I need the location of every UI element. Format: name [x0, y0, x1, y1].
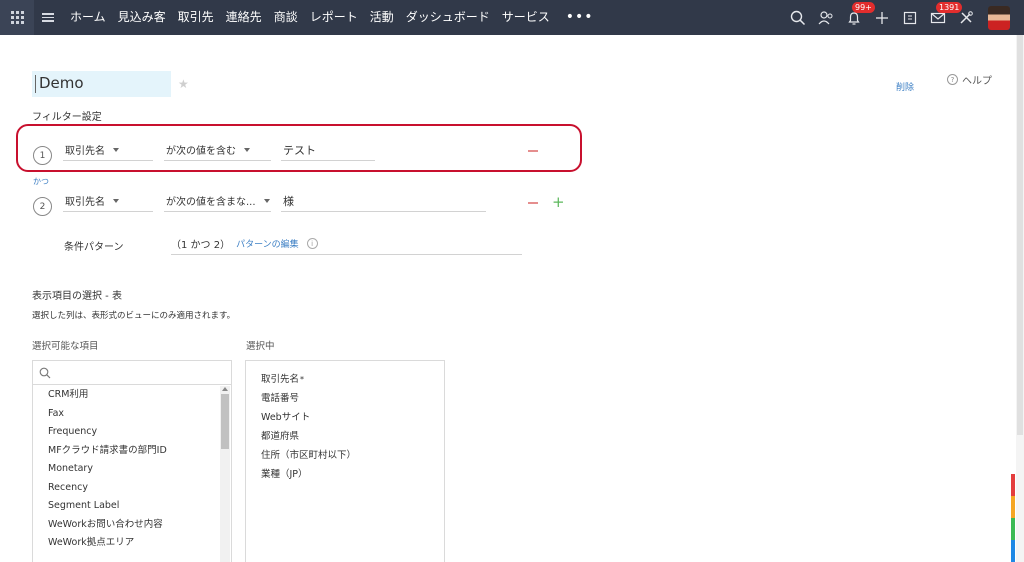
list-item[interactable]: Frequency [33, 423, 218, 442]
view-name-text: Demo [39, 74, 84, 92]
remove-row-2-icon[interactable] [528, 202, 538, 204]
required-mark: * [300, 375, 305, 384]
nav-item-leads[interactable]: 見込み客 [112, 0, 172, 35]
list-item[interactable]: Webサイト [246, 408, 356, 427]
filter-value-input-1[interactable]: テスト [281, 139, 375, 161]
filter-operator-select-1[interactable]: が次の値を含む [164, 139, 271, 161]
list-item[interactable]: Fax [33, 405, 218, 424]
nav-more-button[interactable]: ••• [556, 0, 604, 35]
help-link[interactable]: ? ヘルプ [947, 72, 992, 87]
list-item[interactable]: CRM利用 [33, 386, 218, 405]
list-item[interactable]: WeWork拠点エリア [33, 534, 218, 553]
columns-note: 選択した列は、表形式のビューにのみ適用されます。 [32, 311, 236, 321]
selected-items: 取引先名* 電話番号 Webサイト 都道府県 住所（市区町村以下） 業種（JP） [246, 370, 356, 484]
plus-icon [876, 11, 888, 24]
list-item[interactable]: 都道府県 [246, 427, 356, 446]
list-item[interactable]: 業種（JP） [246, 465, 356, 484]
filter-value-text-1: テスト [283, 143, 316, 157]
list-item[interactable]: Monetary [33, 460, 218, 479]
info-icon[interactable]: i [306, 238, 318, 249]
available-items: CRM利用 Fax Frequency MFクラウド請求書の部門ID Monet… [33, 386, 218, 553]
filter-section-label: フィルター設定 [32, 112, 102, 123]
help-label: ヘルプ [962, 76, 992, 87]
filter-value-text-2: 様 [283, 194, 294, 208]
search-button[interactable] [784, 0, 812, 35]
filter-field-value-1: 取引先名 [65, 146, 105, 157]
filter-operator-value-1: が次の値を含む [166, 146, 236, 157]
chevron-down-icon [113, 198, 119, 203]
edit-pattern-link[interactable]: パターンの編集 [236, 237, 299, 250]
delete-link[interactable]: 削除 [896, 80, 914, 93]
mail-button[interactable]: 1391 [924, 0, 963, 35]
top-nav-bar: ホーム 見込み客 取引先 連絡先 商談 レポート 活動 ダッシュボード サービス… [0, 0, 1024, 35]
columns-section-label: 表示項目の選択 - 表 [32, 291, 122, 302]
available-list-scrollbar[interactable] [220, 386, 230, 562]
filter-operator-select-2[interactable]: が次の値を含まな... [164, 190, 271, 212]
nav-item-services[interactable]: サービス [496, 0, 556, 35]
list-item[interactable]: Segment Label [33, 497, 218, 516]
filter-operator-value-2: が次の値を含まな... [166, 197, 256, 208]
page-scrollbar-thumb[interactable] [1017, 35, 1023, 435]
nav-item-home[interactable]: ホーム [64, 0, 112, 35]
add-row-icon[interactable]: + [552, 195, 565, 210]
nav-item-accounts[interactable]: 取引先 [172, 0, 220, 35]
nav-item-reports[interactable]: レポート [304, 0, 364, 35]
favorite-star-icon[interactable]: ★ [178, 77, 189, 91]
list-item[interactable]: WeWorkお問い合わせ内容 [33, 516, 218, 535]
chevron-down-icon [263, 198, 270, 203]
scrollbar-thumb[interactable] [221, 394, 229, 449]
search-icon [790, 10, 806, 25]
columns-search-input[interactable] [33, 361, 231, 385]
main-nav: ホーム 見込み客 取引先 連絡先 商談 レポート 活動 ダッシュボード サービス… [64, 0, 604, 35]
text-cursor [35, 75, 36, 93]
calendar-button[interactable] [896, 0, 924, 35]
chevron-down-icon [113, 147, 119, 152]
list-item[interactable]: 電話番号 [246, 389, 356, 408]
selected-columns-list: 取引先名* 電話番号 Webサイト 都道府県 住所（市区町村以下） 業種（JP） [245, 360, 445, 562]
and-operator-link[interactable]: かつ [33, 176, 49, 187]
pattern-value: （1 かつ 2） [171, 240, 231, 251]
top-icons: 99+ 1391 [784, 0, 1024, 35]
apps-grid-icon [10, 11, 24, 24]
list-item[interactable]: 住所（市区町村以下） [246, 446, 356, 465]
pattern-field: （1 かつ 2） パターンの編集 i [171, 233, 522, 255]
contacts-button[interactable] [812, 0, 840, 35]
search-icon [39, 367, 51, 378]
filter-field-value-2: 取引先名 [65, 197, 105, 208]
hamburger-menu-icon[interactable] [42, 11, 54, 24]
pattern-label: 条件パターン [64, 242, 124, 253]
view-name-input[interactable]: Demo [32, 71, 171, 97]
users-icon [818, 10, 833, 24]
apps-grid-button[interactable] [0, 0, 34, 35]
scroll-up-icon[interactable] [222, 387, 228, 391]
list-item[interactable]: 取引先名* [246, 370, 356, 389]
filter-row-number-2: 2 [33, 197, 52, 216]
page-scrollbar[interactable] [1016, 35, 1024, 562]
filter-value-input-2[interactable]: 様 [281, 190, 486, 212]
available-columns-list: CRM利用 Fax Frequency MFクラウド請求書の部門ID Monet… [32, 360, 232, 562]
list-item-label: 取引先名 [261, 374, 300, 385]
nav-item-deals[interactable]: 商談 [268, 0, 304, 35]
filter-field-select-2[interactable]: 取引先名 [63, 190, 153, 212]
nav-item-dashboard[interactable]: ダッシュボード [400, 0, 496, 35]
nav-item-contacts[interactable]: 連絡先 [220, 0, 268, 35]
available-columns-label: 選択可能な項目 [32, 341, 99, 352]
side-feedback-strip[interactable] [1011, 474, 1015, 562]
list-item[interactable]: MFクラウド請求書の部門ID [33, 442, 218, 461]
filter-row-number-1: 1 [33, 146, 52, 165]
filter-field-select-1[interactable]: 取引先名 [63, 139, 153, 161]
notifications-button[interactable]: 99+ [840, 0, 875, 35]
tools-icon [960, 10, 973, 24]
chevron-down-icon [244, 147, 250, 152]
calendar-icon [903, 11, 917, 24]
nav-item-activities[interactable]: 活動 [364, 0, 400, 35]
help-circle-icon: ? [947, 74, 958, 85]
avatar[interactable] [988, 5, 1010, 30]
list-item[interactable]: Recency [33, 479, 218, 498]
add-button[interactable] [868, 0, 896, 35]
selected-columns-label: 選択中 [246, 341, 275, 352]
remove-row-1-icon[interactable] [528, 150, 538, 152]
setup-button[interactable] [952, 0, 980, 35]
